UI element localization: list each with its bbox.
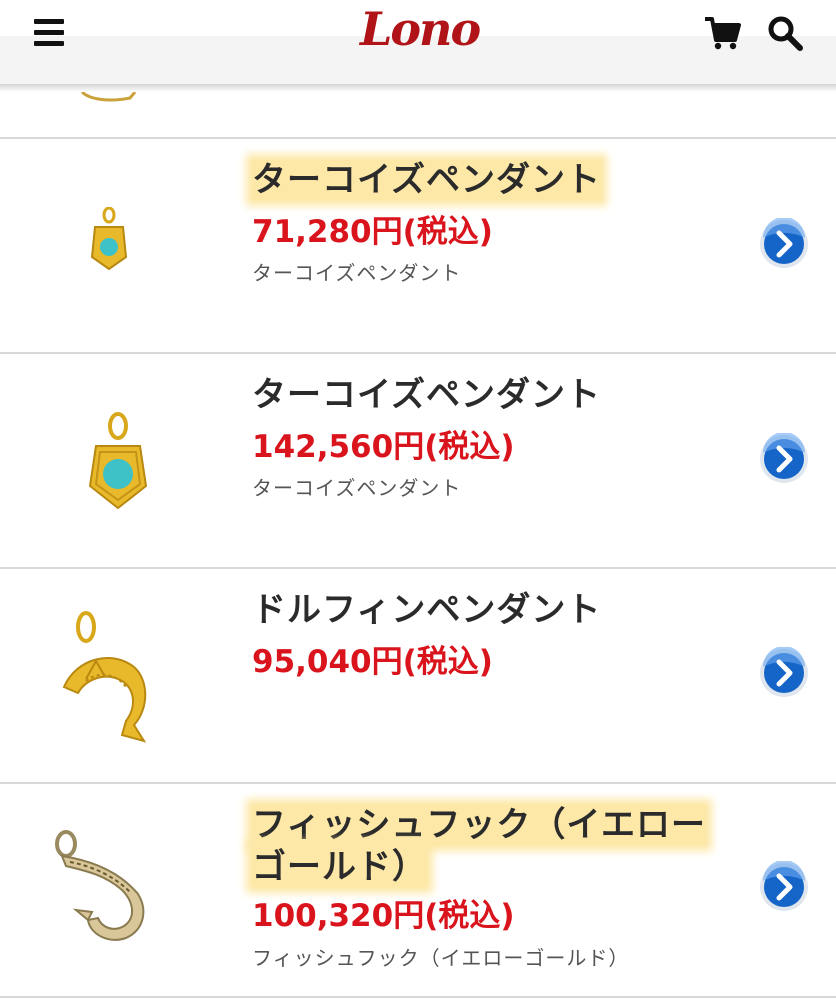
chevron-right-icon[interactable] [758,433,810,485]
product-name: ドルフィンペンダント [252,589,601,631]
site-logo[interactable]: Lono [360,0,481,70]
cart-button[interactable] [703,14,741,52]
product-name-text: ドルフィンペンダント [252,590,602,630]
product-price: 95,040円(税込) [252,644,493,680]
product-name-text: ターコイズペンダント [252,160,601,200]
search-button[interactable] [766,14,804,52]
product-row[interactable]: フィッシュフック（イエロー ゴールド） 100,320円(税込) フィッシュフッ… [0,784,836,996]
hamburger-icon-bar [34,19,64,24]
search-icon [768,16,803,51]
product-name: ターコイズペンダント [252,159,601,201]
product-name-line2: ゴールド） [252,847,427,887]
product-name: ターコイズペンダント [252,374,601,416]
dolphin-pendant-image [62,611,147,743]
product-row[interactable]: ターコイズペンダント 142,560円(税込) ターコイズペンダント [0,354,836,567]
product-name-line1: フィッシュフック（イエロー [252,805,706,845]
product-subtitle: フィッシュフック（イエローゴールド） [252,946,630,970]
chevron-right-icon[interactable] [758,218,810,270]
cart-icon [705,17,741,50]
hamburger-menu-button[interactable] [34,19,64,47]
row-divider [0,996,836,998]
product-price: 100,320円(税込) [252,898,515,934]
chevron-right-icon[interactable] [758,647,810,699]
site-header: Lono [0,0,836,92]
chevron-right-icon[interactable] [758,861,810,913]
fish-hook-pendant-image [55,830,145,941]
logo-text: Lono [360,2,481,56]
turquoise-pendant-image [88,412,148,510]
hamburger-icon-bar [34,41,64,46]
turquoise-pendant-image [90,207,128,271]
product-row[interactable]: ドルフィンペンダント 95,040円(税込) [0,569,836,782]
header-shadow [0,84,836,92]
product-name: フィッシュフック（イエロー ゴールド） [252,804,722,888]
product-price: 71,280円(税込) [252,214,493,250]
product-row[interactable]: ターコイズペンダント 71,280円(税込) ターコイズペンダント [0,139,836,352]
product-subtitle: ターコイズペンダント [252,476,462,500]
product-thumbnail-partial [80,92,137,102]
product-subtitle: ターコイズペンダント [252,261,462,285]
previous-product-row-partial[interactable] [0,92,836,138]
product-name-text: ターコイズペンダント [252,375,601,415]
hamburger-icon-bar [34,30,64,35]
product-price: 142,560円(税込) [252,429,515,465]
